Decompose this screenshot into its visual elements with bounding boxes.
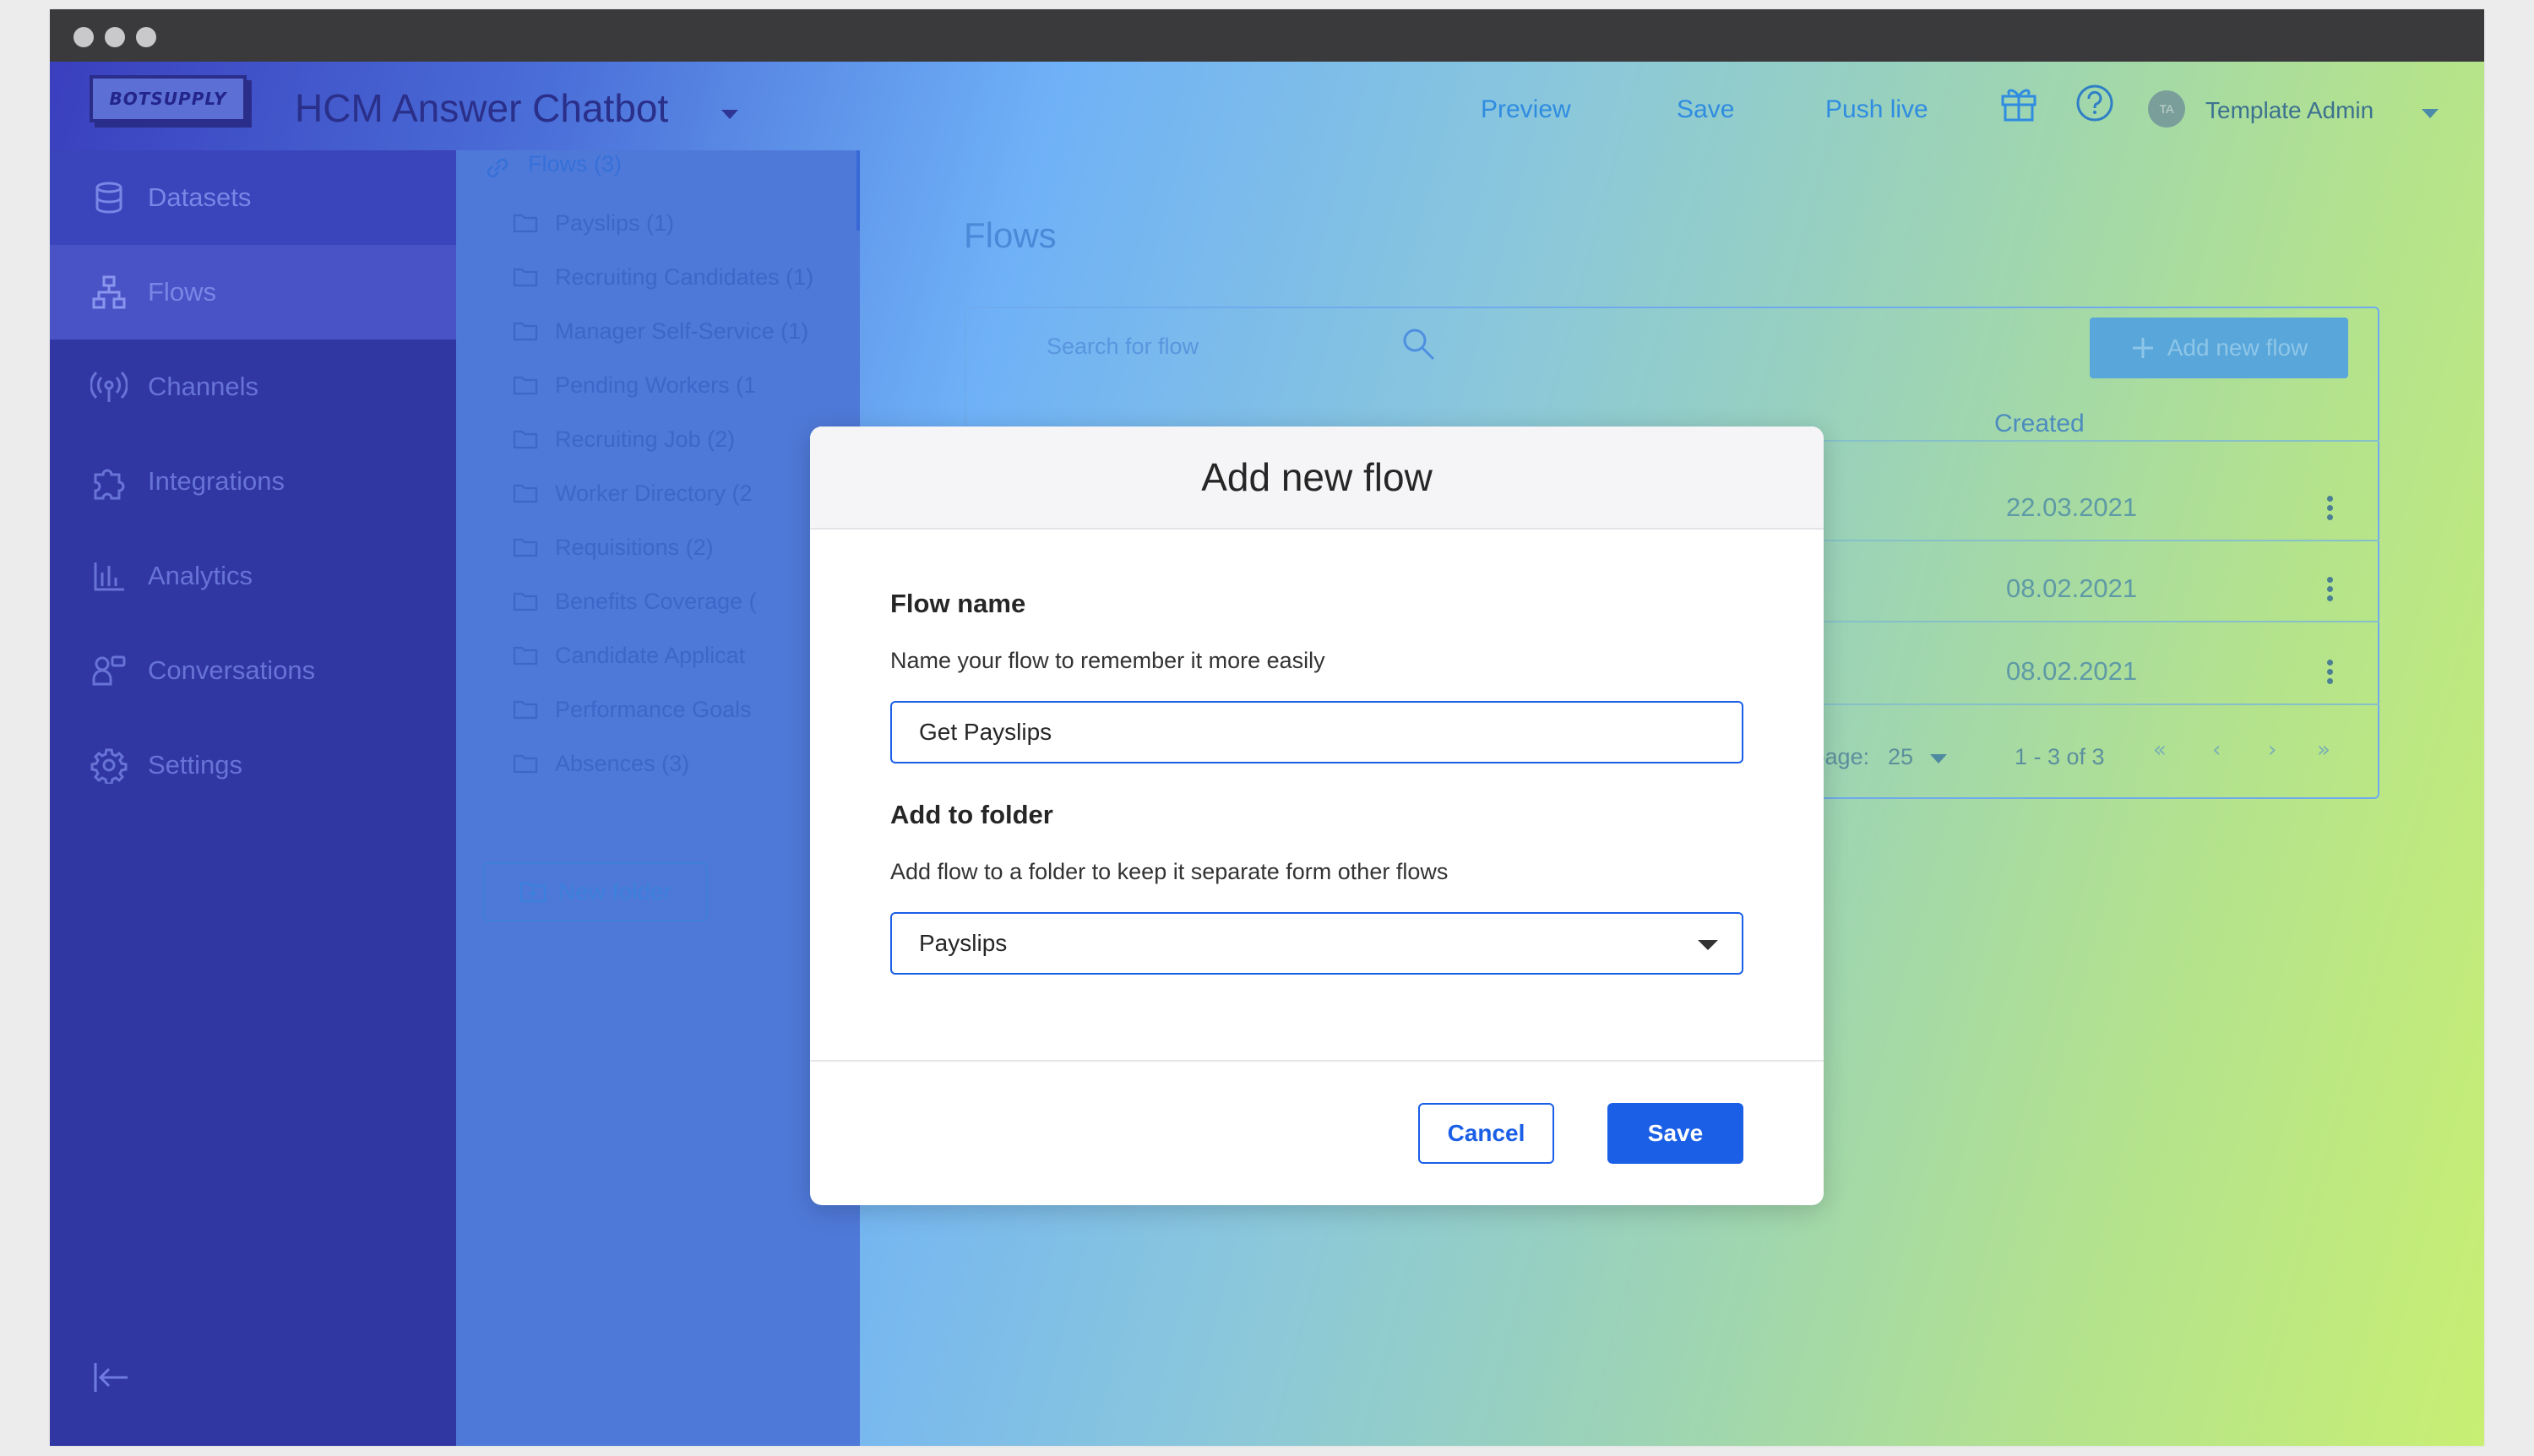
chevron-down-icon [1698, 940, 1718, 950]
folder-help: Add flow to a folder to keep it separate… [890, 859, 1449, 884]
flow-name-input[interactable] [890, 701, 1743, 763]
window-titlebar [50, 9, 2484, 62]
flow-name-label: Flow name [890, 589, 1026, 618]
window-close-dot[interactable] [73, 27, 94, 47]
folder-select[interactable]: Payslips [890, 912, 1743, 975]
save-button[interactable]: Save [1607, 1103, 1743, 1164]
dialog-footer-divider [810, 1060, 1824, 1062]
cancel-button[interactable]: Cancel [1418, 1103, 1554, 1164]
dialog-header: Add new flow [810, 426, 1824, 530]
window-minimize-dot[interactable] [105, 27, 125, 47]
add-flow-dialog: Add new flow Flow name Name your flow to… [810, 426, 1824, 1205]
folder-label: Add to folder [890, 800, 1053, 829]
browser-window: BOTSUPPLY HCM Answer Chatbot Preview Sav… [50, 9, 2484, 1446]
dialog-title: Add new flow [1201, 455, 1433, 499]
window-zoom-dot[interactable] [136, 27, 156, 47]
flow-name-help: Name your flow to remember it more easil… [890, 648, 1325, 673]
app-viewport: BOTSUPPLY HCM Answer Chatbot Preview Sav… [50, 62, 2484, 1446]
folder-select-value: Payslips [919, 930, 1008, 956]
